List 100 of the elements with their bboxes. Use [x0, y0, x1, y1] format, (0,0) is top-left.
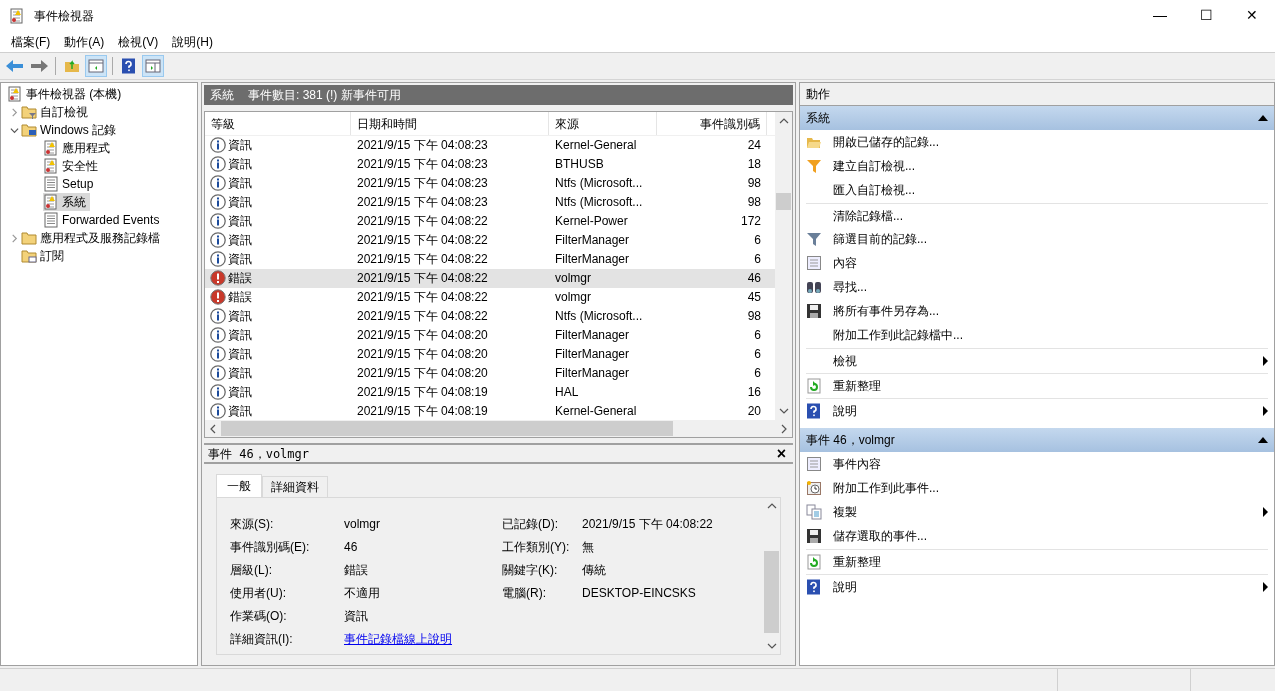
action-item[interactable]: 重新整理 — [806, 373, 1268, 397]
collapse-icon[interactable] — [1258, 437, 1268, 443]
submenu-arrow-icon — [1263, 405, 1268, 416]
tree-item[interactable]: 自訂檢視 — [21, 103, 92, 121]
action-label: 開啟已儲存的記錄... — [833, 134, 939, 151]
info-icon — [210, 307, 226, 324]
menu-item[interactable]: 檔案(F) — [4, 31, 58, 52]
log-icon — [43, 158, 59, 174]
scroll-left-icon[interactable] — [208, 423, 218, 434]
maximize-button[interactable]: ☐ — [1183, 0, 1229, 31]
action-label: 附加工作到此事件... — [833, 480, 939, 497]
scroll-up-icon[interactable] — [766, 501, 777, 511]
date-cell: 2021/9/15 下午 04:08:23 — [357, 157, 488, 172]
date-cell: 2021/9/15 下午 04:08:22 — [357, 233, 488, 248]
field-label: 來源(S): — [230, 515, 275, 533]
horizontal-scrollbar[interactable] — [205, 420, 792, 437]
expand-caret-icon[interactable] — [9, 107, 19, 117]
action-item[interactable]: 開啟已儲存的記錄... — [806, 130, 1268, 154]
pane-icon — [145, 58, 161, 74]
menu-item[interactable]: 檢視(V) — [111, 31, 166, 52]
action-item[interactable]: 檢視 — [806, 348, 1268, 372]
action-item[interactable]: 說明 — [806, 398, 1268, 422]
action-label: 重新整理 — [833, 377, 881, 395]
action-item[interactable]: 儲存選取的事件... — [806, 524, 1268, 548]
info-icon — [210, 364, 226, 381]
collapse-icon[interactable] — [1258, 115, 1268, 121]
scroll-right-icon[interactable] — [779, 423, 789, 434]
source-cell: Kernel-Power — [555, 214, 628, 229]
collapse-caret-icon[interactable] — [9, 125, 19, 135]
tree-item[interactable]: 應用程式 — [43, 139, 114, 157]
scroll-up-icon[interactable] — [778, 116, 789, 126]
section-header[interactable]: 系統 — [800, 106, 1274, 130]
error-icon — [210, 288, 226, 305]
info-icon — [210, 251, 226, 268]
action-item[interactable]: 匯入自訂檢視... — [806, 178, 1268, 202]
tree-item[interactable]: 訂閱 — [21, 247, 68, 265]
scroll-thumb[interactable] — [764, 551, 779, 633]
action-label: 儲存選取的事件... — [833, 528, 927, 545]
tree-item[interactable]: Windows 記錄 — [21, 121, 120, 139]
binoculars-icon — [806, 279, 822, 295]
action-item[interactable]: 說明 — [806, 574, 1268, 598]
action-label: 建立自訂檢視... — [833, 158, 915, 175]
action-item[interactable]: 尋找... — [806, 275, 1268, 299]
close-button[interactable]: × — [773, 445, 789, 462]
tree-item[interactable]: 安全性 — [43, 157, 102, 175]
menu-item[interactable]: 說明(H) — [165, 31, 220, 52]
action-item[interactable]: 附加工作到此記錄檔中... — [806, 323, 1268, 347]
column-header[interactable]: 日期和時間 — [351, 112, 549, 135]
help-link[interactable]: 事件記錄檔線上說明 — [344, 629, 452, 648]
column-header[interactable]: 事件識別碼 — [657, 112, 767, 135]
id-cell-text: 46 — [747, 270, 761, 288]
log-icon — [43, 194, 59, 210]
action-item[interactable]: 內容 — [806, 251, 1268, 275]
section-header[interactable]: 事件 46，volmgr — [800, 428, 1274, 452]
level-cell-text: 資訊 — [228, 137, 252, 155]
level-cell-text: 錯誤 — [228, 288, 252, 306]
tab[interactable]: 詳細資料 — [262, 476, 328, 497]
action-item[interactable]: 篩選目前的記錄... — [806, 227, 1268, 251]
action-item[interactable]: 將所有事件另存為... — [806, 299, 1268, 323]
action-label: 說明 — [833, 578, 857, 596]
action-item[interactable]: 重新整理 — [806, 549, 1268, 573]
scroll-down-icon[interactable] — [778, 406, 789, 416]
minimize-button[interactable]: — — [1137, 0, 1183, 31]
expand-caret-icon[interactable] — [9, 233, 19, 243]
action-item[interactable]: 建立自訂檢視... — [806, 154, 1268, 178]
pane-button[interactable] — [85, 55, 107, 77]
folder-icon — [21, 248, 37, 264]
action-item[interactable]: 附加工作到此事件... — [806, 476, 1268, 500]
close-button[interactable]: ✕ — [1229, 0, 1275, 31]
field-label: 已記錄(D): — [502, 515, 559, 533]
scroll-thumb[interactable] — [221, 421, 673, 436]
action-item[interactable]: 清除記錄檔... — [806, 203, 1268, 227]
log-icon — [9, 7, 25, 24]
action-item[interactable]: 複製 — [806, 500, 1268, 524]
tab[interactable]: 一般 — [216, 474, 262, 497]
tree-item[interactable]: 系統 — [43, 193, 90, 211]
tree-item[interactable]: 應用程式及服務記錄檔 — [21, 229, 164, 247]
menu-item[interactable]: 動作(A) — [57, 31, 112, 52]
scroll-thumb[interactable] — [776, 193, 791, 210]
info-icon — [210, 213, 226, 230]
field-value: 2021/9/15 下午 04:08:22 — [582, 515, 713, 533]
tree-item[interactable]: 事件檢視器 (本機) — [7, 85, 126, 103]
forward-arrow-icon — [29, 58, 49, 74]
scroll-down-icon[interactable] — [766, 641, 777, 651]
date-cell: 2021/9/15 下午 04:08:20 — [357, 327, 488, 342]
tree-item[interactable]: Setup — [43, 175, 98, 193]
field-label: 使用者(U): — [230, 584, 287, 602]
tree-item[interactable]: Forwarded Events — [43, 211, 164, 229]
back-arrow-icon — [5, 58, 25, 74]
section-title: 事件 46，volmgr — [806, 432, 895, 449]
vertical-scrollbar[interactable] — [775, 112, 792, 420]
clock-icon — [806, 480, 822, 496]
window-title: 事件檢視器 — [34, 7, 94, 25]
column-header[interactable]: 來源 — [549, 112, 657, 135]
source-cell: FilterManager — [555, 233, 630, 248]
column-header[interactable]: 等級 — [205, 112, 351, 135]
id-cell-text: 98 — [747, 175, 761, 193]
action-item[interactable]: 事件內容 — [806, 452, 1268, 476]
pane-button[interactable] — [142, 55, 164, 77]
field-label: 層級(L): — [230, 561, 273, 579]
